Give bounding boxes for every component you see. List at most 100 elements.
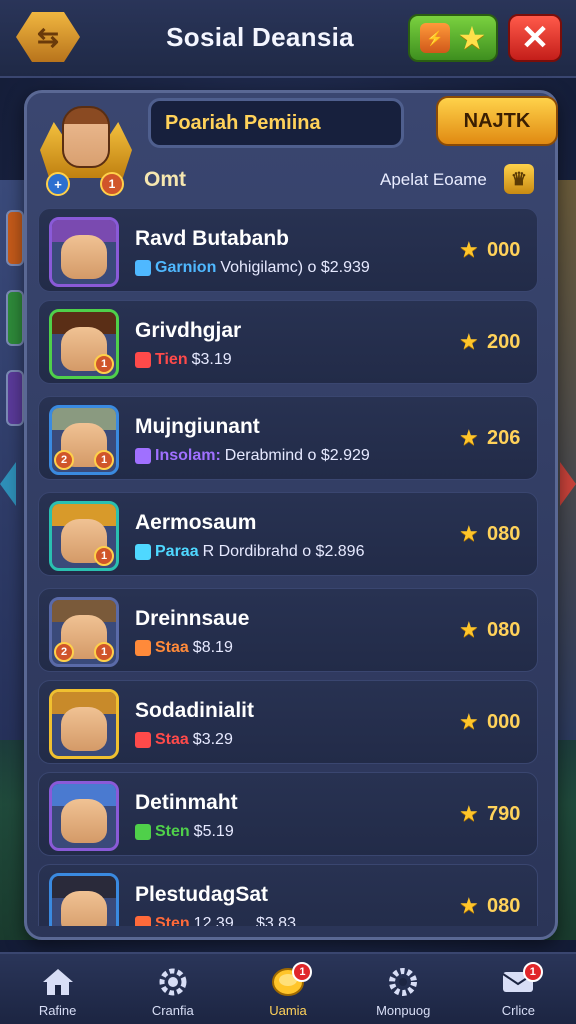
player-tag: Tien (155, 351, 188, 368)
list-item[interactable]: Detinmaht Sten $5.19 ★ 790 (38, 772, 538, 856)
player-tag: Insolam: (155, 447, 221, 464)
player-detail-text: $5.19 (193, 823, 234, 840)
notification-badge: 1 (292, 962, 313, 982)
player-score: 080 (487, 523, 521, 545)
list-item[interactable]: 1 Aermosaum Paraa R Dordibrahd o $2.896 … (38, 492, 538, 576)
tag-icon (135, 824, 151, 840)
player-score: 000 (487, 239, 521, 261)
player-avatar-thumb[interactable] (49, 873, 119, 926)
avatar-badge-left: 2 (54, 642, 74, 662)
player-detail: Insolam: Derabmind o $2.929 (135, 447, 370, 465)
action-button[interactable]: NAJTK (436, 96, 558, 146)
list-item[interactable]: PlestudagSat Sten 12.39 ... $3.83 ★ 080 (38, 864, 538, 926)
shield-logo-icon[interactable]: ⇆ (16, 12, 80, 62)
nav-tab-label: Monpuog (376, 1003, 431, 1018)
nav-tab-label: Uamia (269, 1003, 307, 1018)
search-field[interactable]: Poariah Pemiina (148, 98, 404, 148)
avatar-badge-right: 1 (94, 450, 114, 470)
top-header: ⇆ Sosial Deansia ⚡ ★ ✕ (0, 0, 576, 78)
player-name: Mujngiunant (135, 415, 260, 438)
player-detail: Sten $5.19 (135, 823, 234, 841)
player-detail-text: $8.19 (192, 639, 233, 656)
player-score: 000 (487, 711, 521, 733)
nav-tab-3[interactable]: Monpuog (346, 954, 461, 1024)
side-chip-green (6, 290, 24, 346)
scroll-right-arrow-icon[interactable] (560, 462, 576, 506)
player-score: 790 (487, 803, 521, 825)
nav-tab-1[interactable]: Cranfia (115, 954, 230, 1024)
player-avatar-thumb[interactable] (49, 781, 119, 851)
list-item[interactable]: Ravd Butabanb Garnion Vohigilamc) o $2.9… (38, 208, 538, 292)
column-header-right: Apelat Eoame (380, 170, 487, 189)
star-icon: ★ (459, 521, 479, 546)
star-icon: ★ (459, 617, 479, 642)
star-icon: ★ (459, 329, 479, 354)
avatar-face (60, 235, 108, 279)
player-detail: Sten 12.39 ... $3.83 (135, 915, 296, 926)
player-score: 200 (487, 331, 521, 353)
star-icon: ★ (459, 709, 479, 734)
column-header-left: Omt (144, 168, 186, 191)
player-tag: Garnion (155, 259, 217, 276)
player-tag: Staa (155, 639, 189, 656)
player-rank-chip: 1 (100, 172, 124, 196)
star-icon: ★ (459, 425, 479, 450)
nav-tab-4[interactable]: Crlice 1 (461, 954, 576, 1024)
player-tag: Sten (155, 823, 190, 840)
tag-icon (135, 448, 151, 464)
avatar-badge-right: 1 (94, 546, 114, 566)
player-detail: Paraa R Dordibrahd o $2.896 (135, 543, 364, 561)
player-score: 080 (487, 619, 521, 641)
tag-icon (135, 916, 151, 926)
player-score: 206 (487, 427, 521, 449)
player-detail: Staa $8.19 (135, 639, 233, 657)
tag-icon (135, 732, 151, 748)
list-item[interactable]: 2 1 Dreinnsaue Staa $8.19 ★ 080 (38, 588, 538, 672)
side-chip-orange (6, 210, 24, 266)
player-name: Aermosaum (135, 511, 257, 534)
list-item[interactable]: 1 Grivdhgjar Tien $3.19 ★ 200 (38, 300, 538, 384)
player-detail-text: Vohigilamc) o $2.939 (220, 259, 370, 276)
player-name: Grivdhgjar (135, 319, 242, 342)
close-button[interactable]: ✕ (508, 14, 562, 62)
player-avatar-thumb[interactable] (49, 689, 119, 759)
player-avatar-thumb[interactable]: 2 1 (49, 405, 119, 475)
nav-tab-0[interactable]: Rafine (0, 954, 115, 1024)
notification-badge: 1 (522, 962, 543, 982)
avatar-badge-right: 1 (94, 354, 114, 374)
nav-tab-label: Rafine (38, 1003, 77, 1018)
player-avatar-thumb[interactable] (49, 217, 119, 287)
screen-title: Sosial Deansia (166, 22, 354, 52)
tag-icon (135, 640, 151, 656)
list-item[interactable]: Sodadinialit Staa $3.29 ★ 000 (38, 680, 538, 764)
player-avatar-thumb[interactable]: 2 1 (49, 597, 119, 667)
avatar-face (60, 799, 108, 843)
card-icon: ⚡ (419, 23, 450, 53)
player-avatar-thumb[interactable]: 1 (49, 501, 119, 571)
player-tag: Sten (155, 915, 190, 926)
star-icon: ★ (459, 801, 479, 826)
player-name: Sodadinialit (135, 699, 255, 722)
player-tag: Staa (155, 731, 189, 748)
nav-tab-2[interactable]: Uamia 1 (230, 954, 345, 1024)
player-portrait (62, 106, 110, 168)
player-detail-text: $3.29 (192, 731, 233, 748)
nav-tab-label: Cranfia (151, 1003, 194, 1018)
cog-icon (385, 966, 421, 998)
player-level-chip: + (46, 172, 70, 196)
trophy-icon[interactable]: ♛ (504, 164, 534, 194)
tag-icon (135, 544, 151, 560)
avatar-badge-right: 1 (94, 642, 114, 662)
rewards-button[interactable]: ⚡ ★ (408, 14, 498, 62)
player-name: PlestudagSat (135, 883, 269, 906)
player-avatar[interactable]: + 1 (40, 98, 132, 198)
player-detail: Staa $3.29 (135, 731, 233, 749)
list-item[interactable]: 2 1 Mujngiunant Insolam: Derabmind o $2.… (38, 396, 538, 480)
player-avatar-thumb[interactable]: 1 (49, 309, 119, 379)
side-chip-purple (6, 370, 24, 426)
nav-tab-label: Crlice (501, 1003, 536, 1018)
avatar-face (60, 891, 108, 926)
player-list[interactable]: Ravd Butabanb Garnion Vohigilamc) o $2.9… (38, 208, 538, 926)
scroll-left-arrow-icon[interactable] (0, 462, 16, 506)
star-icon: ★ (459, 237, 479, 262)
